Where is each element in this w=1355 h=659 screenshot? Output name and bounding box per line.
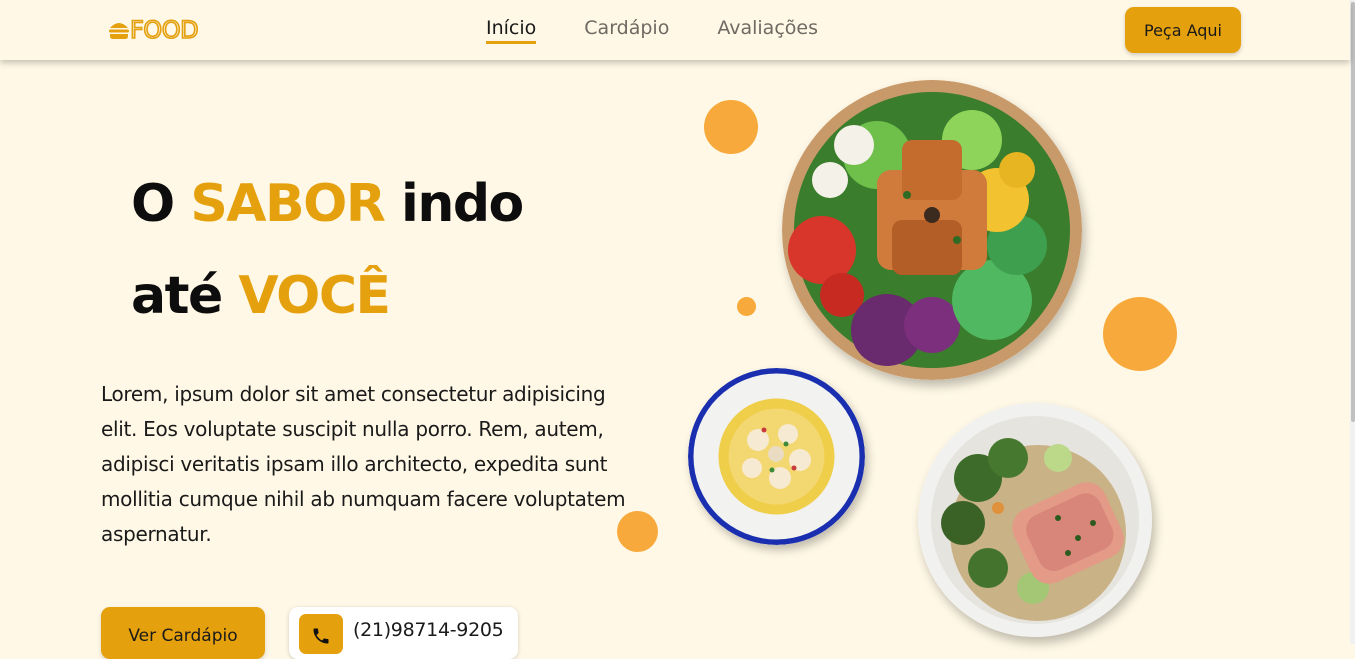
phone-number: (21)98714-9205 — [353, 619, 504, 641]
view-menu-button[interactable]: Ver Cardápio — [101, 607, 265, 659]
nav-link-avaliacoes[interactable]: Avaliações — [717, 17, 818, 44]
burger-icon — [109, 23, 129, 39]
decor-dot — [1103, 297, 1177, 371]
order-button[interactable]: Peça Aqui — [1125, 7, 1241, 53]
title-accent-sabor: SABOR — [190, 174, 386, 234]
navbar: FOOD Início Cardápio Avaliações Peça Aqu… — [0, 0, 1350, 60]
title-accent-voce: VOCÊ — [238, 266, 391, 326]
phone-icon — [313, 628, 329, 644]
hero-title: O SABOR indo até VOCÊ — [131, 158, 524, 342]
logo[interactable]: FOOD — [108, 15, 199, 45]
page-scrollbar[interactable] — [1350, 0, 1355, 644]
title-text: até — [131, 266, 239, 326]
carpaccio-plate-image — [688, 368, 865, 545]
nav-link-inicio[interactable]: Início — [486, 17, 537, 44]
scrollbar-thumb[interactable] — [1351, 2, 1355, 422]
decor-dot — [737, 297, 756, 316]
decor-dot — [704, 100, 758, 154]
decor-dot — [617, 511, 658, 552]
title-text: indo — [384, 174, 524, 234]
phone-contact[interactable]: (21)98714-9205 — [289, 607, 518, 659]
salad-bowl-image — [782, 80, 1082, 380]
phone-icon-container — [299, 614, 343, 654]
logo-text: FOOD — [129, 15, 199, 45]
title-text: O — [131, 174, 191, 234]
hero-description: Lorem, ipsum dolor sit amet consectetur … — [101, 382, 626, 546]
nav-link-cardapio[interactable]: Cardápio — [584, 17, 669, 44]
main-nav: Início Cardápio Avaliações — [486, 17, 818, 44]
salmon-broccoli-plate-image — [918, 403, 1152, 637]
